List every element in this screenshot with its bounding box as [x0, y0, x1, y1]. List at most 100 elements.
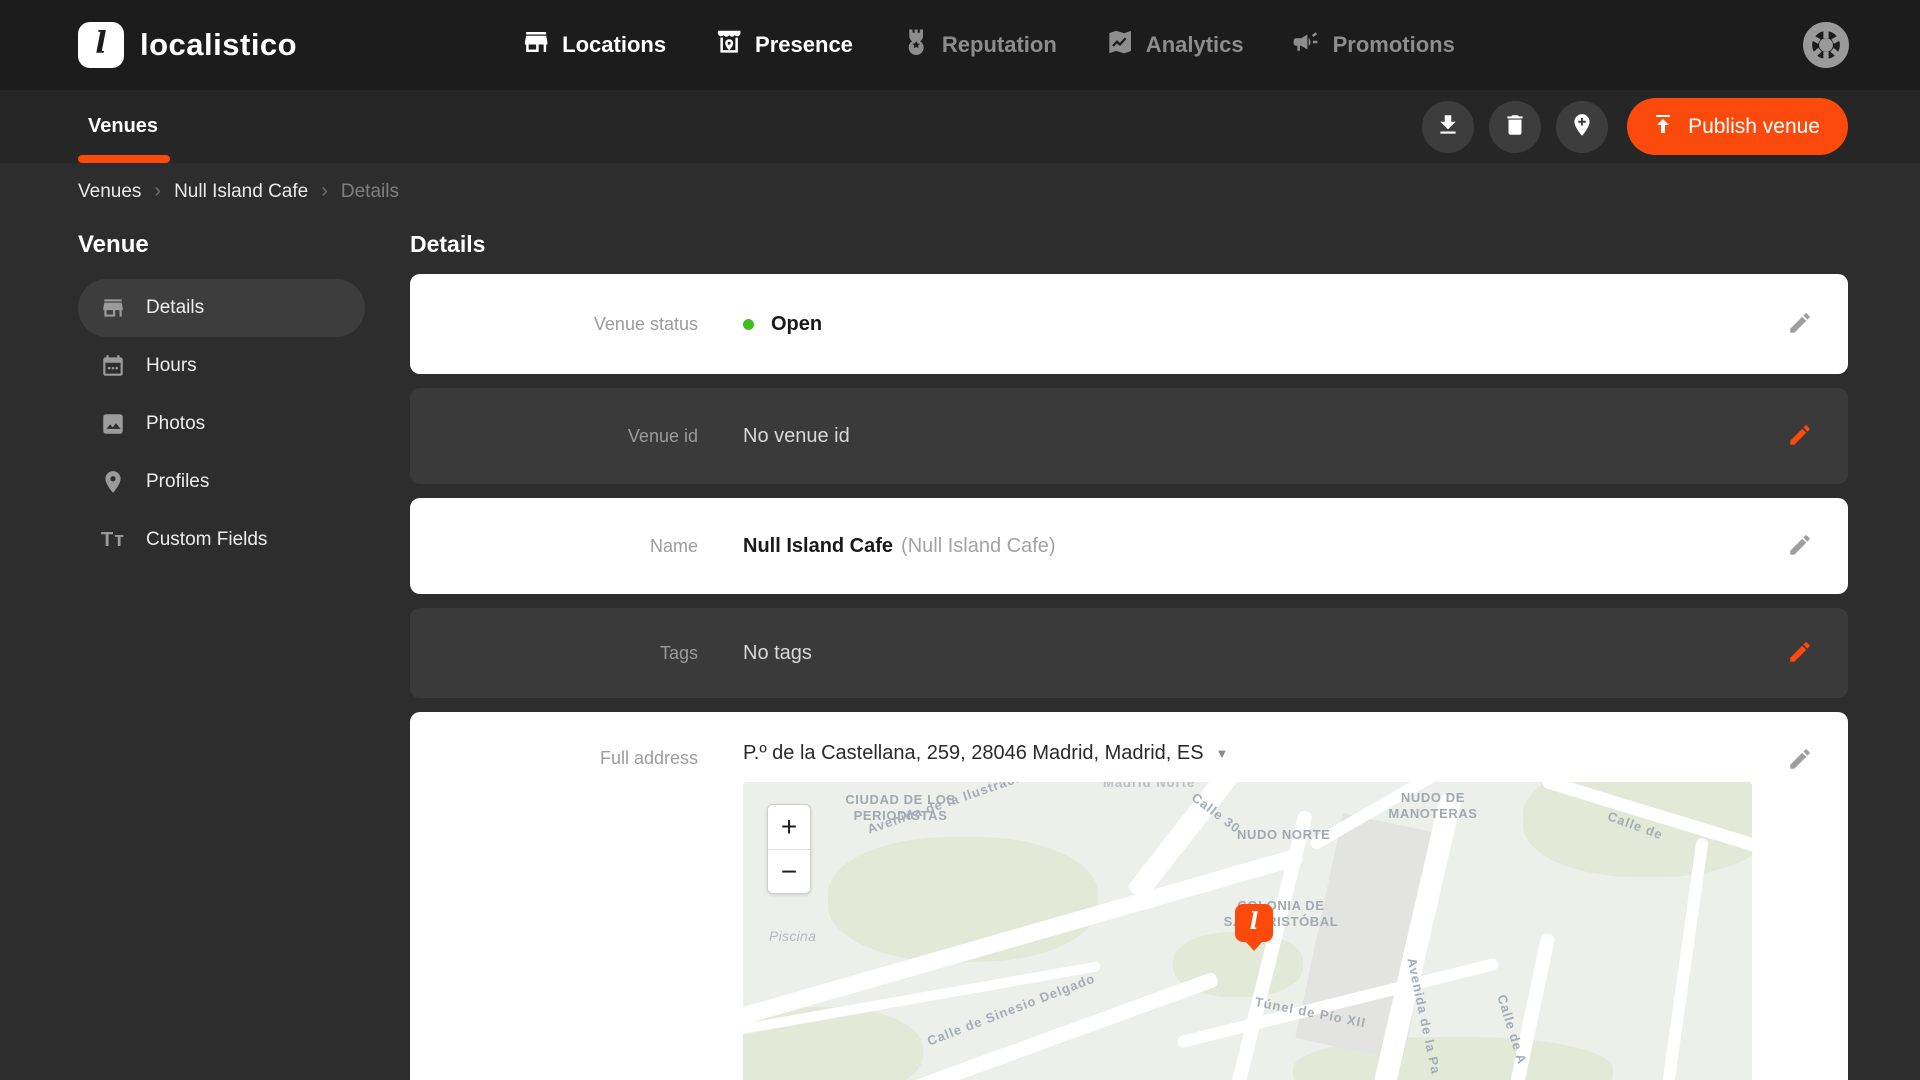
tags-value: No tags [743, 642, 812, 665]
field-value: No tags [698, 642, 1752, 665]
row-name: Name Null Island Cafe (Null Island Cafe) [410, 498, 1848, 594]
sidebar-item-hours[interactable]: Hours [78, 337, 365, 395]
calendar-icon [100, 353, 126, 379]
sidebar-item-photos[interactable]: Photos [78, 395, 365, 453]
map-street-label: Madrid Norte [1103, 782, 1195, 791]
sidebar-list: Details Hours Photos [78, 279, 365, 569]
edit-venue-id-button[interactable] [1778, 414, 1822, 458]
main-nav: Locations Presence Reputati [521, 0, 1455, 90]
toolbar: Venues Publish venue [0, 90, 1920, 163]
field-value: P.º de la Castellana, 259, 28046 Madrid,… [698, 712, 1752, 1080]
address-value: P.º de la Castellana, 259, 28046 Madrid,… [743, 742, 1204, 765]
sidebar-item-custom-fields[interactable]: Tᴛ Custom Fields [78, 511, 365, 569]
venue-name-secondary: (Null Island Cafe) [901, 535, 1056, 558]
delete-button[interactable] [1489, 101, 1541, 153]
trash-icon [1502, 112, 1528, 141]
breadcrumb-venue-name[interactable]: Null Island Cafe [174, 181, 308, 203]
nav-promotions[interactable]: Promotions [1292, 27, 1455, 63]
row-full-address: Full address P.º de la Castellana, 259, … [410, 712, 1848, 1080]
pencil-icon [1787, 532, 1813, 561]
status-open-dot [743, 319, 754, 330]
field-label: Venue id [410, 426, 698, 447]
badge-star-icon [901, 27, 931, 63]
zoom-out-button[interactable]: − [768, 849, 810, 893]
toolbar-actions: Publish venue [1422, 98, 1848, 155]
venue-name-value: Null Island Cafe [743, 535, 893, 558]
download-button[interactable] [1422, 101, 1474, 153]
brand-logo-letter: l [95, 26, 106, 61]
nav-label: Analytics [1146, 32, 1244, 58]
address-dropdown[interactable]: P.º de la Castellana, 259, 28046 Madrid,… [743, 738, 1752, 768]
chevron-down-icon: ▼ [1216, 746, 1229, 761]
field-value: Open [698, 313, 1752, 336]
row-venue-status: Venue status Open [410, 274, 1848, 374]
brand-logo[interactable]: l localistico [78, 22, 297, 68]
image-icon [100, 411, 126, 437]
nav-analytics[interactable]: Analytics [1105, 27, 1244, 63]
brand-wordmark: localistico [140, 27, 297, 63]
nav-label: Locations [562, 32, 666, 58]
sidebar-item-label: Profiles [146, 471, 209, 493]
row-tags: Tags No tags [410, 608, 1848, 698]
pencil-icon [1787, 639, 1813, 668]
map-analytics-icon [1105, 27, 1135, 63]
settings-wheel-icon[interactable] [1800, 19, 1852, 71]
pencil-icon [1787, 746, 1813, 775]
breadcrumb-current-page: Details [341, 181, 399, 203]
map-zoom-control: + − [767, 804, 811, 894]
field-value: Null Island Cafe (Null Island Cafe) [698, 535, 1752, 558]
sidebar-item-label: Details [146, 297, 204, 319]
store-pin-icon [714, 27, 744, 63]
section-heading: Details [410, 231, 1848, 258]
map-area-label: CIUDAD DE LOS PERIODISTAS [838, 792, 963, 825]
row-venue-id: Venue id No venue id [410, 388, 1848, 484]
text-fields-icon: Tᴛ [100, 527, 126, 553]
field-label: Venue status [410, 314, 698, 335]
field-label: Tags [410, 643, 698, 664]
nav-label: Promotions [1333, 32, 1455, 58]
pencil-icon [1787, 310, 1813, 339]
tab-venues[interactable]: Venues [88, 90, 158, 163]
edit-address-button[interactable] [1778, 738, 1822, 782]
breadcrumb-separator: › [321, 180, 328, 203]
brand-logo-mark: l [78, 22, 124, 68]
page-body: Venue Details Hours [0, 203, 1920, 1080]
active-tab-underline [78, 155, 170, 163]
publish-venue-label: Publish venue [1688, 115, 1820, 139]
storefront-icon [100, 295, 126, 321]
breadcrumb-separator: › [154, 180, 161, 203]
field-label: Name [410, 536, 698, 557]
add-location-button[interactable] [1556, 101, 1608, 153]
nav-presence[interactable]: Presence [714, 27, 853, 63]
nav-reputation[interactable]: Reputation [901, 27, 1057, 63]
map-canvas[interactable]: CIUDAD DE LOS PERIODISTAS Avenida de la … [743, 782, 1752, 1080]
sidebar-item-details[interactable]: Details [78, 279, 365, 337]
venue-map-marker[interactable]: l [1235, 904, 1273, 951]
details-pane: Details Venue status Open Venue id No ve… [410, 203, 1848, 1080]
map-street-label: Avenida de la Ilustración [865, 782, 1038, 838]
sidebar-heading: Venue [78, 231, 365, 259]
map-minor-label: Piscina [769, 928, 816, 946]
sidebar-item-label: Hours [146, 355, 197, 377]
pencil-icon [1787, 422, 1813, 451]
download-icon [1435, 112, 1461, 141]
venue-id-value: No venue id [743, 425, 850, 448]
edit-venue-status-button[interactable] [1778, 302, 1822, 346]
marker-logo-letter: l [1235, 904, 1273, 942]
publish-venue-button[interactable]: Publish venue [1627, 98, 1848, 155]
top-nav: l localistico Locations Presence [0, 0, 1920, 90]
edit-name-button[interactable] [1778, 524, 1822, 568]
tab-venues-label: Venues [88, 115, 158, 138]
upload-icon [1651, 112, 1675, 142]
nav-label: Reputation [942, 32, 1057, 58]
nav-locations[interactable]: Locations [521, 27, 666, 63]
breadcrumb-venues[interactable]: Venues [78, 181, 141, 203]
edit-tags-button[interactable] [1778, 631, 1822, 675]
field-label: Full address [410, 748, 698, 769]
breadcrumb: Venues › Null Island Cafe › Details [0, 163, 1920, 203]
storefront-icon [521, 27, 551, 63]
sidebar-item-profiles[interactable]: Profiles [78, 453, 365, 511]
sidebar-item-label: Custom Fields [146, 529, 267, 551]
pin-plus-icon [1569, 112, 1595, 141]
zoom-in-button[interactable]: + [768, 805, 810, 849]
